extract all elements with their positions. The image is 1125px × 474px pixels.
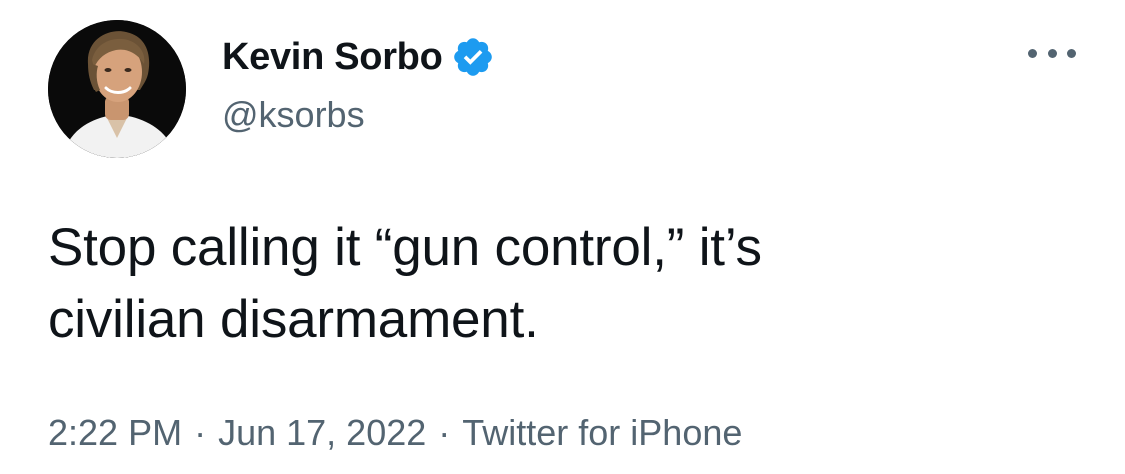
tweet-date[interactable]: Jun 17, 2022 <box>218 412 426 454</box>
more-horizontal-icon[interactable] <box>1028 38 1076 68</box>
tweet-time[interactable]: 2:22 PM <box>48 412 182 454</box>
tweet-text: Stop calling it “gun control,” it’s civi… <box>48 212 1088 356</box>
tweet-text-line-1: Stop calling it “gun control,” it’s <box>48 218 762 277</box>
more-dot <box>1067 48 1076 58</box>
more-dot <box>1047 48 1057 58</box>
verified-badge-icon[interactable] <box>451 35 495 79</box>
tweet-metadata: 2:22 PM · Jun 17, 2022 · Twitter for iPh… <box>48 412 742 454</box>
meta-separator: · <box>438 412 451 453</box>
tweet-card: Kevin Sorbo @ksorbs Stop calling it “gun… <box>0 0 1125 474</box>
tweet-source[interactable]: Twitter for iPhone <box>462 412 742 454</box>
more-dot <box>1028 48 1037 58</box>
profile-photo-icon <box>48 20 186 158</box>
avatar[interactable] <box>48 20 186 158</box>
meta-separator: · <box>194 412 207 453</box>
author-handle[interactable]: @ksorbs <box>222 94 365 136</box>
display-name[interactable]: Kevin Sorbo <box>222 36 443 79</box>
tweet-text-line-2: civilian disarmament. <box>48 290 539 349</box>
author-row: Kevin Sorbo <box>222 34 495 80</box>
